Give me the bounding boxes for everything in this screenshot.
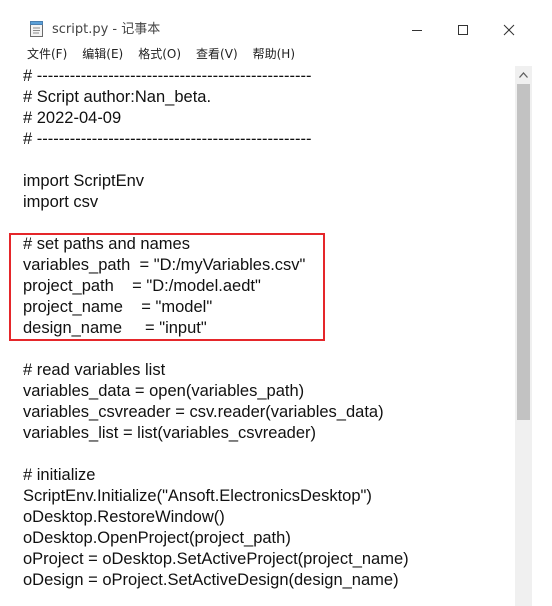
minimize-button[interactable] bbox=[394, 14, 440, 46]
code-line: oDesktop.RestoreWindow() bbox=[23, 508, 225, 526]
menu-view[interactable]: 查看(V) bbox=[196, 44, 238, 64]
notepad-window: script.py - 记事本 文件(F) 编辑(E) 格式(O) 查看(V) … bbox=[0, 0, 552, 606]
chevron-up-icon bbox=[519, 71, 528, 78]
code-line: oProject = oDesktop.SetActiveProject(pro… bbox=[23, 550, 409, 568]
maximize-button[interactable] bbox=[440, 14, 486, 46]
code-line: variables_list = list(variables_csvreade… bbox=[23, 424, 316, 442]
code-line: variables_csvreader = csv.reader(variabl… bbox=[23, 403, 384, 421]
code-line: variables_data = open(variables_path) bbox=[23, 382, 305, 400]
menu-edit[interactable]: 编辑(E) bbox=[82, 44, 123, 64]
code-line: ScriptEnv.Initialize("Ansoft.Electronics… bbox=[23, 487, 372, 505]
minimize-icon bbox=[412, 30, 422, 31]
menu-file[interactable]: 文件(F) bbox=[27, 44, 67, 64]
code-line: # Script author:Nan_beta. bbox=[23, 88, 212, 106]
code-line: oDesktop.OpenProject(project_path) bbox=[23, 529, 291, 547]
annotation-highlight-box bbox=[9, 233, 325, 341]
close-icon bbox=[503, 24, 515, 36]
window-title: script.py - 记事本 bbox=[52, 22, 161, 37]
code-line: # 2022-04-09 bbox=[23, 109, 122, 127]
menu-help[interactable]: 帮助(H) bbox=[253, 44, 295, 64]
scroll-up-button[interactable] bbox=[515, 66, 532, 83]
notepad-icon bbox=[30, 21, 43, 37]
scrollbar-thumb[interactable] bbox=[517, 84, 530, 420]
menu-format[interactable]: 格式(O) bbox=[138, 44, 181, 64]
close-button[interactable] bbox=[486, 14, 532, 46]
vertical-scrollbar[interactable] bbox=[515, 66, 532, 606]
code-line: import csv bbox=[23, 193, 99, 211]
code-line: # --------------------------------------… bbox=[23, 67, 312, 85]
title-bar[interactable]: script.py - 记事本 bbox=[0, 0, 552, 42]
code-line: import ScriptEnv bbox=[23, 172, 145, 190]
code-line: # initialize bbox=[23, 466, 96, 484]
code-line: # read variables list bbox=[23, 361, 166, 379]
code-line: # --------------------------------------… bbox=[23, 130, 312, 148]
menu-bar: 文件(F) 编辑(E) 格式(O) 查看(V) 帮助(H) bbox=[18, 44, 310, 64]
maximize-icon bbox=[458, 25, 468, 35]
code-line: oDesign = oProject.SetActiveDesign(desig… bbox=[23, 571, 399, 589]
